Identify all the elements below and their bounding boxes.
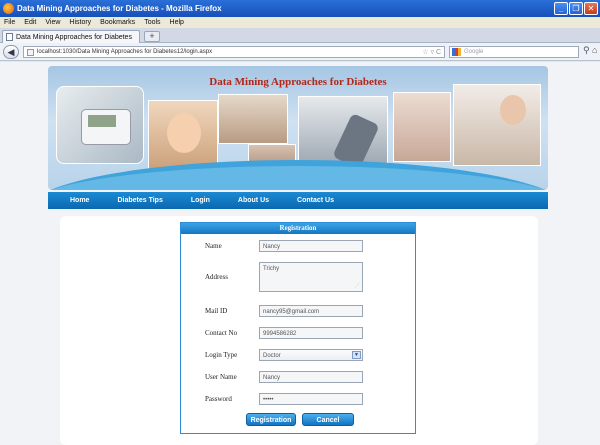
- menu-bookmarks[interactable]: Bookmarks: [100, 19, 135, 26]
- name-label: Name: [205, 242, 222, 250]
- site-wrapper: Data Mining Approaches for Diabetes Home…: [48, 66, 548, 445]
- back-button[interactable]: ◀: [3, 45, 19, 59]
- close-icon[interactable]: ✕: [584, 2, 598, 15]
- menu-help[interactable]: Help: [170, 19, 184, 26]
- restore-icon[interactable]: ❐: [569, 2, 583, 15]
- contact-label: Contact No: [205, 329, 238, 337]
- header-banner: Data Mining Approaches for Diabetes: [48, 66, 548, 190]
- page-viewport: Data Mining Approaches for Diabetes Home…: [0, 62, 600, 445]
- google-icon[interactable]: [452, 48, 461, 56]
- doctor-photo-image: [218, 94, 288, 144]
- address-label: Address: [205, 273, 228, 281]
- baby-photo-image: [393, 92, 451, 162]
- registration-button[interactable]: Registration: [246, 413, 296, 426]
- name-field[interactable]: Nancy: [259, 240, 363, 252]
- login-type-label: Login Type: [205, 351, 238, 359]
- username-field[interactable]: Nancy: [259, 371, 363, 383]
- nav-about-us[interactable]: About Us: [238, 197, 269, 204]
- main-navigation: Home Diabetes Tips Login About Us Contac…: [48, 192, 548, 209]
- menu-history[interactable]: History: [69, 19, 91, 26]
- login-type-value: Doctor: [263, 353, 281, 359]
- resize-grip-icon[interactable]: ⋰: [355, 282, 360, 290]
- menu-bar: File Edit View History Bookmarks Tools H…: [0, 17, 600, 28]
- site-title: Data Mining Approaches for Diabetes: [209, 76, 387, 88]
- cancel-button[interactable]: Cancel: [302, 413, 354, 426]
- nav-diabetes-tips[interactable]: Diabetes Tips: [117, 197, 162, 204]
- contact-field[interactable]: 9994586282: [259, 327, 363, 339]
- address-bar[interactable]: localhost:1030/Data Mining Approaches fo…: [23, 46, 445, 58]
- tab-strip: Data Mining Approaches for Diabetes +: [0, 28, 600, 43]
- window-title: Data Mining Approaches for Diabetes - Mo…: [17, 4, 222, 13]
- registration-panel: Registration Name Nancy Address Trichy ⋰…: [180, 222, 416, 434]
- site-identity-icon[interactable]: [27, 48, 34, 56]
- arrow-left-icon: ◀: [7, 46, 15, 57]
- username-label: User Name: [205, 373, 237, 381]
- banner-wave-light: [48, 166, 548, 190]
- menu-tools[interactable]: Tools: [144, 19, 160, 26]
- search-placeholder: Google: [464, 49, 484, 55]
- tab-current[interactable]: Data Mining Approaches for Diabetes: [2, 30, 140, 43]
- login-type-select[interactable]: Doctor ▼: [259, 349, 363, 361]
- nav-home[interactable]: Home: [70, 197, 89, 204]
- nav-login[interactable]: Login: [191, 197, 210, 204]
- registration-heading: Registration: [181, 223, 415, 234]
- url-bar-actions[interactable]: ☆ ▿ C: [422, 48, 441, 56]
- menu-view[interactable]: View: [45, 19, 60, 26]
- nav-contact-us[interactable]: Contact Us: [297, 197, 334, 204]
- new-tab-button[interactable]: +: [144, 31, 160, 42]
- window-titlebar: Data Mining Approaches for Diabetes - Mo…: [0, 0, 600, 17]
- search-icon[interactable]: ⚲: [583, 45, 590, 56]
- senior-woman-image: [453, 84, 541, 166]
- blood-pressure-monitor-image: [56, 86, 144, 164]
- minimize-icon[interactable]: _: [554, 2, 568, 15]
- mail-label: Mail ID: [205, 307, 228, 315]
- menu-edit[interactable]: Edit: [24, 19, 36, 26]
- menu-file[interactable]: File: [4, 19, 15, 26]
- url-text: localhost:1030/Data Mining Approaches fo…: [37, 49, 213, 55]
- content-area: Registration Name Nancy Address Trichy ⋰…: [60, 216, 538, 445]
- password-field[interactable]: •••••: [259, 393, 363, 405]
- window-controls: _ ❐ ✕: [554, 2, 598, 15]
- page-icon: [6, 33, 13, 41]
- chevron-down-icon[interactable]: ▼: [352, 351, 361, 359]
- address-field[interactable]: Trichy ⋰: [259, 262, 363, 292]
- home-icon[interactable]: ⌂: [592, 45, 597, 55]
- tab-label: Data Mining Approaches for Diabetes: [16, 33, 132, 41]
- firefox-logo-icon: [3, 3, 14, 14]
- navigation-toolbar: ◀ localhost:1030/Data Mining Approaches …: [0, 43, 600, 61]
- email-field[interactable]: nancy95@gmail.com: [259, 305, 363, 317]
- address-value: Trichy: [263, 266, 280, 272]
- password-label: Password: [205, 395, 232, 403]
- search-bar[interactable]: Google: [449, 46, 579, 58]
